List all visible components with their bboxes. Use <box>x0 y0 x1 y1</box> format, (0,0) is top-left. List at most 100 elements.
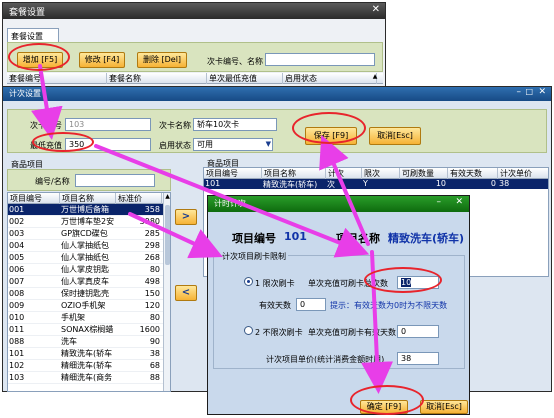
delete-button[interactable]: 删除 [Del] <box>137 52 187 68</box>
table-row[interactable]: 007 仙人掌真皮车 498 <box>8 276 163 288</box>
count-card-titlebar: 计次设置 <box>3 87 551 101</box>
enable-status-select[interactable]: 可用 ▼ <box>193 138 273 151</box>
cell-name: 仙人掌真皮车 <box>61 277 109 286</box>
close-icon[interactable]: ✕ <box>538 87 546 97</box>
cell-unit-price: 38 <box>499 179 510 188</box>
col-sel-item-code: 项目编号 <box>204 168 262 179</box>
radio-unlimited[interactable] <box>244 326 253 335</box>
package-settings-titlebar: 套餐设置 <box>3 3 385 19</box>
cancel-button[interactable]: 取消[Esc] <box>420 400 468 414</box>
highlight-min-recharge <box>32 132 94 152</box>
cell-name: OZIO手机架 <box>61 301 106 310</box>
col-item-code: 项目编号 <box>8 193 60 204</box>
cell-name: 万世博后备箱 <box>61 205 109 214</box>
table-row[interactable]: 009 OZIO手机架 120 <box>8 300 163 312</box>
table-row[interactable]: 010 手机架 80 <box>8 312 163 324</box>
cell-code: 009 <box>9 301 25 310</box>
table-row[interactable]: 003 GP旗CD碟包 285 <box>8 228 163 240</box>
move-right-button[interactable]: > <box>175 209 197 225</box>
scrollbar-thumb[interactable] <box>165 205 170 265</box>
table-row[interactable]: 008 保时捷钥匙壳 150 <box>8 288 163 300</box>
search-label: 次卡编号、名称 <box>207 57 263 66</box>
scroll-up-icon[interactable]: ▲ <box>371 73 379 84</box>
item-code-value: 101 <box>284 230 307 243</box>
cell-code: 004 <box>9 241 25 250</box>
table-row[interactable]: 011 SONAX棕榈蜡 1600 <box>8 324 163 336</box>
cell-name: SONAX棕榈蜡 <box>61 325 114 334</box>
cell-code: 001 <box>9 205 25 214</box>
minimize-icon[interactable]: – <box>437 197 442 207</box>
cell-price: 285 <box>144 229 160 238</box>
col-package-code: 套餐编号 <box>7 73 107 84</box>
table-row[interactable]: 006 仙人掌皮钥匙 80 <box>8 264 163 276</box>
close-icon[interactable]: ✕ <box>372 4 380 15</box>
cell-price: 150 <box>144 289 160 298</box>
cell-code: 002 <box>9 217 25 226</box>
goods-grid: 项目编号 项目名称 标准价 001 万世博后备箱 358 002 万世博车垫2安 3980… <box>7 192 171 392</box>
tab-package-settings[interactable]: 套餐设置 <box>7 28 59 42</box>
cell-code: 008 <box>9 289 25 298</box>
cell-code: 010 <box>9 313 25 322</box>
maximize-icon[interactable]: □ <box>525 87 533 96</box>
cell-name: 万世博车垫2安 <box>61 217 115 226</box>
count-timing-titlebar: 计时计次 <box>208 196 469 212</box>
package-settings-title: 套餐设置 <box>9 8 46 18</box>
move-left-button[interactable]: < <box>175 285 197 301</box>
opt2-label: 2 不限次刷卡 <box>255 328 303 337</box>
cell-price: 1600 <box>139 325 160 334</box>
close-icon[interactable]: ✕ <box>455 197 463 207</box>
cell-name: 精细洗车(轿车 <box>61 361 113 370</box>
opt2-days-field[interactable]: 0 <box>397 325 439 338</box>
cell-code: 007 <box>9 277 25 286</box>
valid-days-field[interactable]: 0 <box>296 298 326 311</box>
cell-name: 仙人掌皮钥匙 <box>61 265 109 274</box>
table-row[interactable]: 002 万世博车垫2安 3980 <box>8 216 163 228</box>
code-name-label: 编号/名称 <box>35 177 70 186</box>
card-name-field[interactable]: 轿车10次卡 <box>193 118 277 131</box>
item-code-label: 项目编号 <box>232 232 276 245</box>
unit-price-field[interactable]: 38 <box>397 352 439 365</box>
limit-group-label: 计次项目刷卡限制 <box>220 251 288 262</box>
edit-button[interactable]: 修改 [F4] <box>79 52 125 68</box>
goods-grid-scrollbar[interactable]: ▲ <box>163 193 170 391</box>
unit-price-label: 计次项目单价(统计消费金额时用) <box>266 355 385 364</box>
code-name-search-input[interactable] <box>75 174 155 187</box>
col-min-recharge: 单次最低充值 <box>207 73 283 84</box>
cell-price: 3980 <box>139 217 160 226</box>
search-input[interactable] <box>265 53 375 66</box>
cell-name: 精致洗车(轿车 <box>61 349 113 358</box>
cell-price: 358 <box>144 205 160 214</box>
col-package-name: 套餐名称 <box>107 73 207 84</box>
minimize-icon[interactable]: – <box>517 87 522 97</box>
card-name-label: 次卡名称 <box>159 121 191 130</box>
table-row[interactable]: 101 精致洗车(轿车) 次 Y 10 0 38 <box>204 179 548 189</box>
table-row[interactable]: 004 仙人掌抽纸包 298 <box>8 240 163 252</box>
enable-status-label: 启用状态 <box>159 141 191 150</box>
table-row[interactable]: 101 精致洗车(轿车 38 <box>8 348 163 360</box>
radio-limited[interactable] <box>244 277 253 286</box>
valid-days-label: 有效天数 <box>259 301 291 310</box>
cell-price: 268 <box>144 253 160 262</box>
cell-name: 手机架 <box>61 313 85 322</box>
cell-code: 102 <box>9 361 25 370</box>
highlight-add-button <box>8 43 70 71</box>
table-row[interactable]: 102 精细洗车(轿车 68 <box>8 360 163 372</box>
cell-code: 101 <box>205 179 221 188</box>
scroll-up-icon[interactable]: ▲ <box>164 193 170 200</box>
cell-price: 120 <box>144 301 160 310</box>
cancel-button[interactable]: 取消[Esc] <box>369 127 421 145</box>
cell-limit: Y <box>363 179 368 188</box>
table-row[interactable]: 103 精细洗车(商务 88 <box>8 372 163 384</box>
chevron-down-icon: ▼ <box>265 140 271 148</box>
card-no-field[interactable]: 103 <box>65 118 151 131</box>
col-enable-status: 启用状态 <box>283 73 377 84</box>
radio-dot <box>247 280 250 283</box>
table-row[interactable]: 088 洗车 90 <box>8 336 163 348</box>
table-row[interactable]: 005 仙人掌抽纸包 268 <box>8 252 163 264</box>
cell-name: 精细洗车(商务 <box>61 373 113 382</box>
cell-price: 298 <box>144 241 160 250</box>
table-row[interactable]: 001 万世博后备箱 358 <box>8 204 163 216</box>
col-sel-limit: 限次 <box>362 168 400 179</box>
col-std-price: 标准价 <box>116 193 162 204</box>
cell-price: 38 <box>149 349 160 358</box>
